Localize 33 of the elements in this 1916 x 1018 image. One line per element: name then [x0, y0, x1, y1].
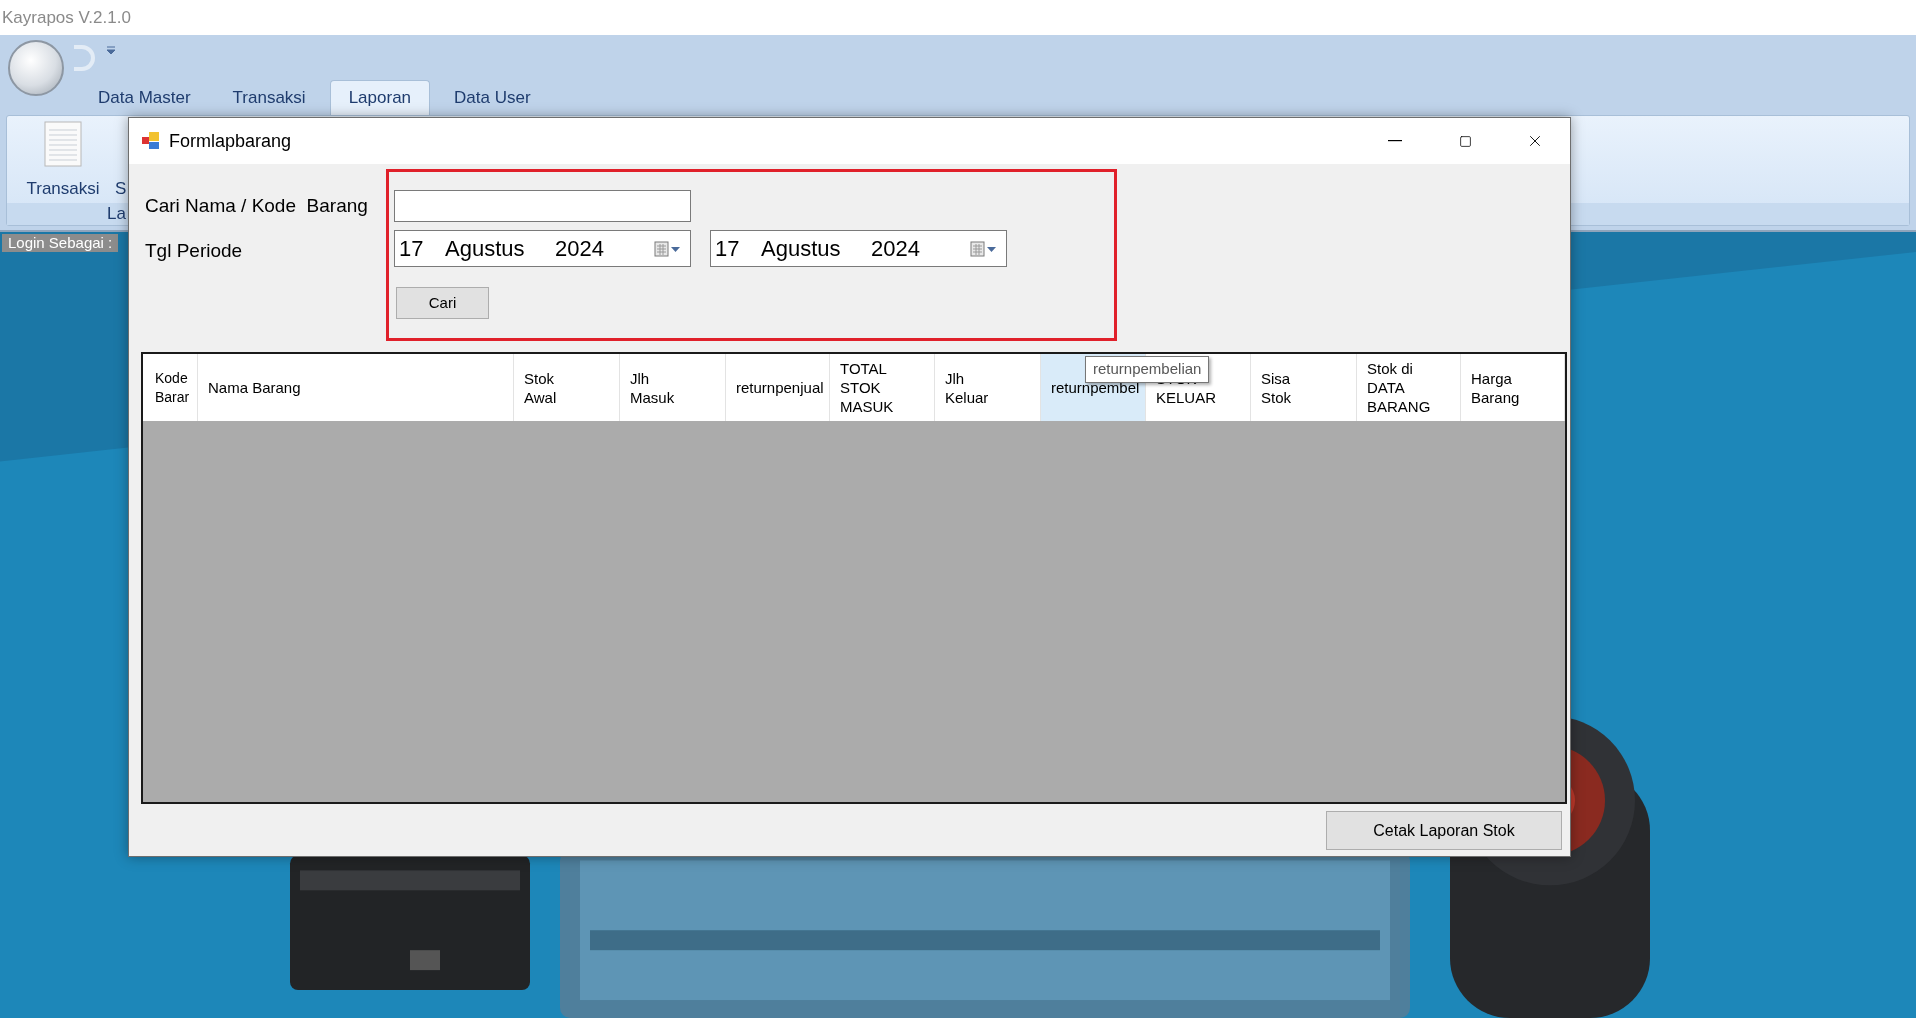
form-icon	[141, 131, 161, 151]
search-field[interactable]	[394, 190, 691, 222]
date-month: Agustus	[445, 235, 526, 263]
ribbon-button-label[interactable]: S	[115, 176, 127, 202]
date-month: Agustus	[761, 235, 842, 263]
app-title: Kayrapos V.2.1.0	[2, 6, 131, 29]
print-report-button[interactable]: Cetak Laporan Stok	[1326, 811, 1562, 850]
ribbon-tab[interactable]: Data User	[436, 80, 549, 115]
ribbon-tab[interactable]: Transaksi	[214, 80, 324, 115]
maximize-icon	[1458, 134, 1472, 148]
column-header[interactable]: Kode Barar	[153, 354, 198, 421]
minimize-icon	[1388, 140, 1402, 142]
calendar-dropdown-icon[interactable]	[654, 239, 682, 258]
period-label: Tgl Periode	[145, 239, 243, 263]
tooltip: returnpembelian	[1085, 356, 1210, 383]
date-day: 17	[399, 232, 445, 265]
login-label: Login Sebagai :	[8, 232, 113, 253]
date-picker[interactable]: 17 Agustus 2024	[710, 230, 1007, 267]
calendar-dropdown-icon[interactable]	[970, 239, 998, 258]
application-menu-button[interactable]	[8, 40, 64, 96]
date-year: 2024	[871, 235, 920, 263]
report-button[interactable]: Transaksi	[21, 120, 105, 202]
dropdown-icon[interactable]	[106, 44, 116, 55]
document-icon	[43, 120, 83, 168]
ribbon-tab[interactable]: Data Master	[80, 80, 209, 115]
ribbon-group-label: La	[107, 203, 126, 226]
date-day: 17	[715, 232, 761, 265]
dialog-title: Formlapbarang	[169, 129, 292, 153]
search-button[interactable]: Cari	[396, 287, 489, 319]
date-picker[interactable]: 17 Agustus 2024	[394, 230, 691, 267]
date-year: 2024	[555, 235, 604, 263]
search-label: Cari Nama / Kode Barang	[145, 194, 368, 218]
ribbon-tab[interactable]: Laporan	[329, 80, 431, 115]
